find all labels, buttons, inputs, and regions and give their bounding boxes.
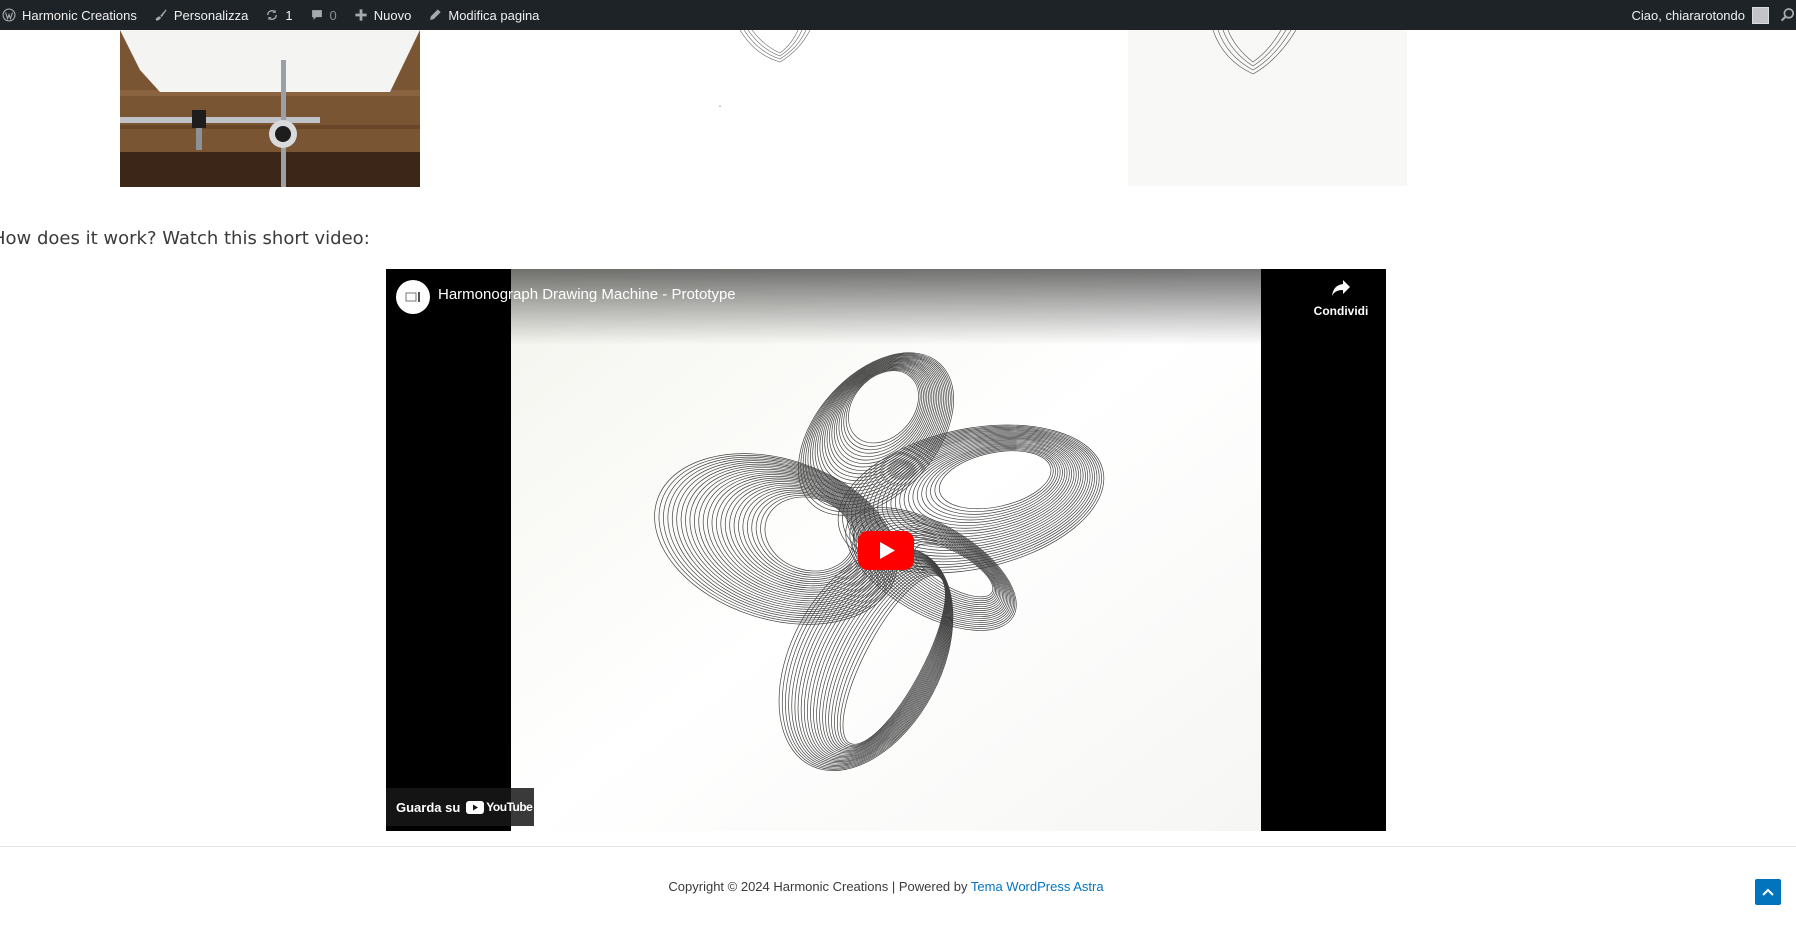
gallery-image-machine[interactable] bbox=[120, 30, 420, 187]
youtube-play-icon bbox=[466, 800, 485, 814]
comments-count: 0 bbox=[329, 7, 337, 23]
brush-icon bbox=[154, 8, 168, 22]
channel-avatar[interactable] bbox=[396, 280, 430, 314]
youtube-wordmark: YouTube bbox=[486, 800, 533, 814]
admin-bar-site-name[interactable]: Harmonic Creations bbox=[0, 0, 146, 30]
site-name-label: Harmonic Creations bbox=[22, 7, 137, 23]
play-icon bbox=[858, 531, 914, 570]
footer-divider bbox=[0, 846, 1796, 847]
greeting-label: Ciao, chiararotondo bbox=[1631, 7, 1745, 23]
share-icon bbox=[1331, 279, 1351, 302]
title-overlay bbox=[386, 269, 1386, 345]
updates-count: 1 bbox=[285, 7, 293, 23]
customize-label: Personalizza bbox=[173, 7, 249, 23]
admin-bar-customize[interactable]: Personalizza bbox=[146, 0, 257, 30]
youtube-logo: YouTube bbox=[466, 800, 533, 814]
admin-bar-comments[interactable]: 0 bbox=[302, 0, 346, 30]
drawing-photo-1 bbox=[420, 30, 885, 148]
pencil-icon bbox=[428, 8, 442, 22]
comment-icon bbox=[310, 8, 324, 22]
search-icon bbox=[1780, 7, 1796, 23]
gallery-image-drawing-1[interactable] bbox=[420, 30, 885, 148]
admin-bar-new[interactable]: Nuovo bbox=[346, 0, 421, 30]
refresh-icon bbox=[265, 8, 279, 22]
edit-page-label: Modifica pagina bbox=[448, 7, 540, 23]
share-label: Condividi bbox=[1313, 304, 1369, 318]
drawing-photo-2 bbox=[1128, 30, 1407, 186]
watch-on-youtube-button[interactable]: Guarda su YouTube bbox=[386, 788, 534, 826]
gallery-image-drawing-2[interactable] bbox=[1128, 30, 1407, 186]
video-title[interactable]: Harmonograph Drawing Machine - Prototype bbox=[438, 286, 736, 303]
share-button[interactable]: Condividi bbox=[1306, 279, 1376, 318]
site-footer: Copyright © 2024 Harmonic Creations | Po… bbox=[0, 879, 1772, 894]
admin-bar-account[interactable]: Ciao, chiararotondo bbox=[1624, 0, 1778, 30]
new-label: Nuovo bbox=[373, 7, 412, 23]
avatar bbox=[1752, 6, 1769, 24]
theme-link[interactable]: Tema WordPress Astra bbox=[971, 879, 1104, 894]
machine-photo bbox=[120, 30, 420, 187]
admin-bar-updates[interactable]: 1 bbox=[257, 0, 301, 30]
chevron-up-icon bbox=[1762, 888, 1774, 896]
admin-bar-edit-page[interactable]: Modifica pagina bbox=[420, 0, 548, 30]
youtube-embed[interactable]: Harmonograph Drawing Machine - Prototype… bbox=[386, 269, 1386, 831]
watch-on-label: Guarda su bbox=[396, 799, 461, 815]
admin-bar-search[interactable] bbox=[1778, 0, 1796, 30]
play-button[interactable] bbox=[858, 531, 914, 570]
video-intro-heading: How does it work? Watch this short video… bbox=[0, 228, 370, 249]
plus-icon bbox=[354, 8, 368, 22]
scroll-to-top-button[interactable] bbox=[1755, 879, 1781, 905]
copyright-text: Copyright © 2024 Harmonic Creations | Po… bbox=[668, 879, 971, 894]
wordpress-icon bbox=[2, 8, 16, 22]
admin-bar: Harmonic Creations Personalizza 1 0 Nuov… bbox=[0, 0, 1796, 30]
